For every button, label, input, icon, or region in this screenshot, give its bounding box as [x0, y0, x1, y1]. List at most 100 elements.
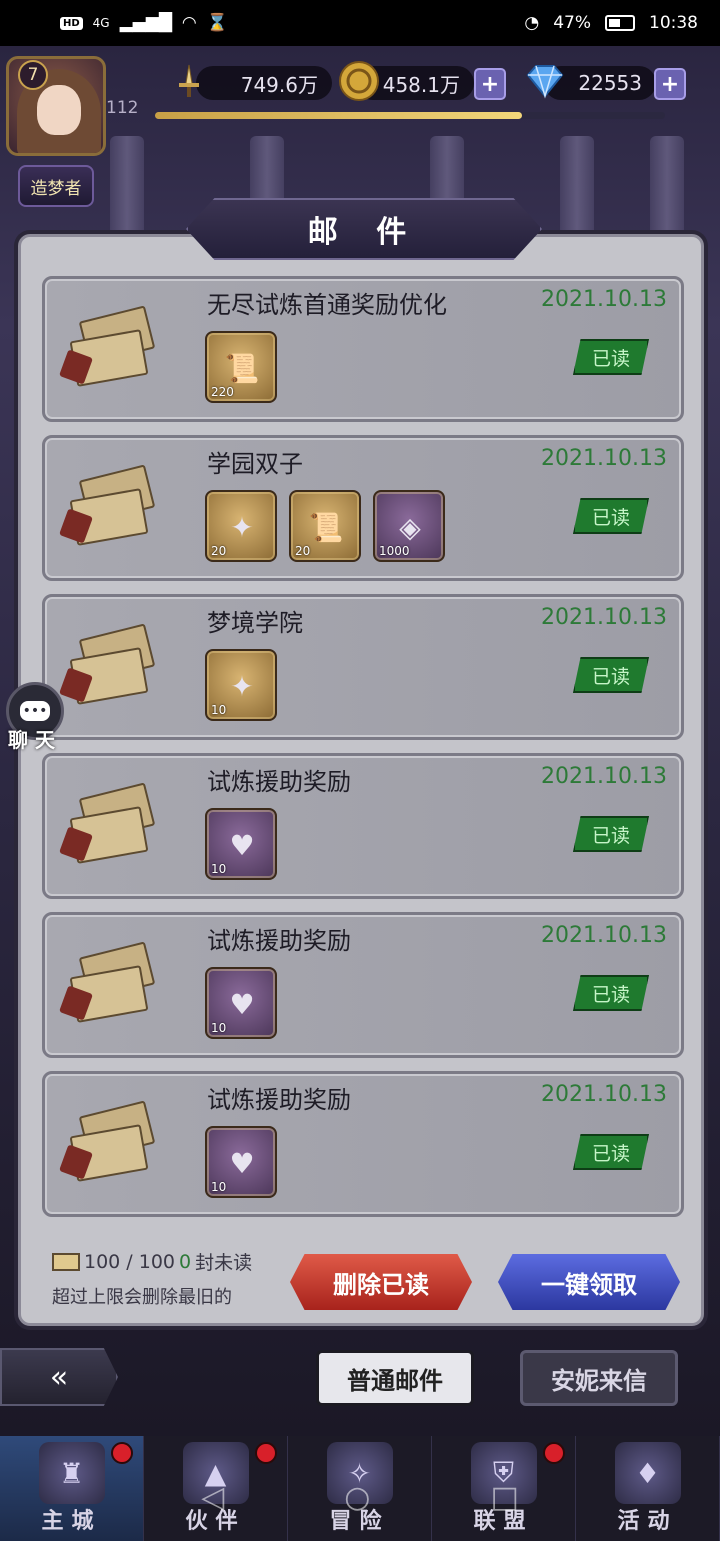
- clock: 10:38: [649, 13, 698, 33]
- notification-dot: [111, 1442, 133, 1464]
- add-gold-button[interactable]: +: [474, 68, 506, 100]
- sword-icon: [168, 60, 210, 102]
- mail-title: 梦境学院: [207, 609, 303, 637]
- chat-bubble-icon: •••: [20, 701, 50, 721]
- mail-date: 2021.10.13: [541, 446, 667, 471]
- compass-icon: ✧: [326, 1442, 393, 1504]
- signal-icon: ▂▄▆█: [119, 13, 172, 33]
- power-value: 749.6万: [240, 72, 318, 97]
- bottom-nav: ♜ 主城 ▲ 伙伴 ✧ 冒险 ⛨ 联盟 ♦ 活动: [0, 1436, 720, 1541]
- mail-date: 2021.10.13: [541, 287, 667, 312]
- attachment-item[interactable]: ♥ 10: [205, 1126, 277, 1198]
- mail-count-value: 100 / 100: [84, 1250, 176, 1273]
- nav-item[interactable]: ✧ 冒险: [288, 1436, 432, 1541]
- card-pack-icon: ✦: [230, 669, 254, 703]
- mail-date: 2021.10.13: [541, 923, 667, 948]
- heart-coin-icon: ♥: [229, 987, 255, 1021]
- mail-list[interactable]: 无尽试炼首通奖励优化 2021.10.13 已读 📜 220 学园双子 2021…: [26, 266, 694, 1226]
- attachment-list: ♥ 10: [205, 1126, 277, 1198]
- attachment-item[interactable]: ✦ 10: [205, 649, 277, 721]
- mail-count: 100 / 100 0 封未读: [52, 1248, 252, 1275]
- rune-stone-icon: ◈: [399, 510, 421, 544]
- nav-item[interactable]: ♜ 主城: [0, 1436, 144, 1541]
- attachment-count: 1000: [379, 544, 410, 558]
- player-sublevel: 112: [106, 98, 139, 118]
- hd-indicator: HD: [60, 16, 83, 30]
- castle-icon: ♜: [38, 1442, 105, 1504]
- witch-hat-icon: ▲: [182, 1442, 249, 1504]
- attachment-count: 10: [211, 1180, 227, 1194]
- delete-read-button[interactable]: 删除已读: [290, 1254, 472, 1310]
- gold-value: 458.1万: [382, 72, 460, 97]
- mail-item[interactable]: 试炼援助奖励 2021.10.13 已读 ♥ 10: [42, 1071, 684, 1217]
- attachment-list: 📜 220: [205, 331, 277, 403]
- tab-annie-letters[interactable]: 安妮来信: [520, 1350, 678, 1406]
- tab-normal-mail[interactable]: 普通邮件: [316, 1350, 474, 1406]
- notification-dot: [543, 1442, 565, 1464]
- scroll-icon: 📜: [308, 510, 344, 544]
- envelope-icon: [58, 623, 159, 705]
- attachment-item[interactable]: ◈ 1000: [373, 490, 445, 562]
- nav-label: 冒险: [329, 1509, 390, 1534]
- card-pack-icon: ✦: [230, 510, 254, 544]
- status-left: HD 4G ▂▄▆█ ◠ ⌛: [60, 13, 228, 33]
- envelope-icon: [58, 464, 159, 546]
- unread-suffix: 封未读: [195, 1252, 253, 1274]
- read-status-badge: 已读: [573, 1134, 649, 1170]
- attachment-count: 10: [211, 862, 227, 876]
- mail-title: 无尽试炼首通奖励优化: [207, 291, 447, 319]
- battery-percent: 47%: [553, 13, 591, 33]
- envelope-icon: [58, 1100, 159, 1182]
- attachment-count: 20: [211, 544, 227, 558]
- envelope-icon: [58, 305, 159, 387]
- shield-icon: ⛨: [470, 1442, 537, 1504]
- attachment-item[interactable]: ♥ 10: [205, 967, 277, 1039]
- mail-item[interactable]: 无尽试炼首通奖励优化 2021.10.13 已读 📜 220: [42, 276, 684, 422]
- add-diamond-button[interactable]: +: [654, 68, 686, 100]
- back-arrow-icon: «: [49, 1359, 69, 1395]
- attachment-item[interactable]: 📜 20: [289, 490, 361, 562]
- notification-dot: [255, 1442, 277, 1464]
- attachment-count: 10: [211, 1021, 227, 1035]
- diamond-icon: [524, 60, 566, 102]
- attachment-count: 220: [211, 385, 234, 399]
- mail-item[interactable]: 试炼援助奖励 2021.10.13 已读 ♥ 10: [42, 753, 684, 899]
- attachment-count: 20: [295, 544, 311, 558]
- nav-item[interactable]: ♦ 活动: [576, 1436, 720, 1541]
- player-level-badge: 7: [18, 60, 48, 90]
- mail-date: 2021.10.13: [541, 1082, 667, 1107]
- nav-label: 主城: [41, 1509, 102, 1534]
- nav-item[interactable]: ⛨ 联盟: [432, 1436, 576, 1541]
- mail-item[interactable]: 学园双子 2021.10.13 已读 ✦ 20 📜 20 ◈ 1000: [42, 435, 684, 581]
- attachment-list: ♥ 10: [205, 808, 277, 880]
- mail-title: 试炼援助奖励: [207, 1086, 351, 1114]
- mail-item[interactable]: 梦境学院 2021.10.13 已读 ✦ 10: [42, 594, 684, 740]
- chat-label[interactable]: 聊 天: [8, 724, 55, 753]
- claim-all-button[interactable]: 一键领取: [498, 1254, 680, 1310]
- attachment-item[interactable]: ✦ 20: [205, 490, 277, 562]
- attachment-item[interactable]: ♥ 10: [205, 808, 277, 880]
- wifi-icon: ◠: [181, 13, 197, 33]
- gold-coin-icon: [338, 60, 380, 102]
- mail-title: 试炼援助奖励: [207, 768, 351, 796]
- player-title-badge[interactable]: 造梦者: [18, 165, 94, 207]
- scroll-icon: 📜: [224, 351, 260, 385]
- cards-icon: ♦: [614, 1442, 681, 1504]
- read-status-badge: 已读: [573, 498, 649, 534]
- mail-date: 2021.10.13: [541, 764, 667, 789]
- diamond-value: 22553: [578, 71, 642, 95]
- read-status-badge: 已读: [573, 657, 649, 693]
- hourglass-icon: ⌛: [206, 13, 228, 33]
- nav-item[interactable]: ▲ 伙伴: [144, 1436, 288, 1541]
- heart-coin-icon: ♥: [229, 1146, 255, 1180]
- envelope-icon: [58, 782, 159, 864]
- nav-label: 联盟: [473, 1509, 534, 1534]
- avatar-face: [37, 85, 81, 135]
- unread-count: 0: [179, 1250, 192, 1273]
- mail-item[interactable]: 试炼援助奖励 2021.10.13 已读 ♥ 10: [42, 912, 684, 1058]
- back-button[interactable]: «: [0, 1348, 118, 1406]
- envelope-icon: [58, 941, 159, 1023]
- attachment-item[interactable]: 📜 220: [205, 331, 277, 403]
- exp-bar: [155, 112, 665, 119]
- mail-date: 2021.10.13: [541, 605, 667, 630]
